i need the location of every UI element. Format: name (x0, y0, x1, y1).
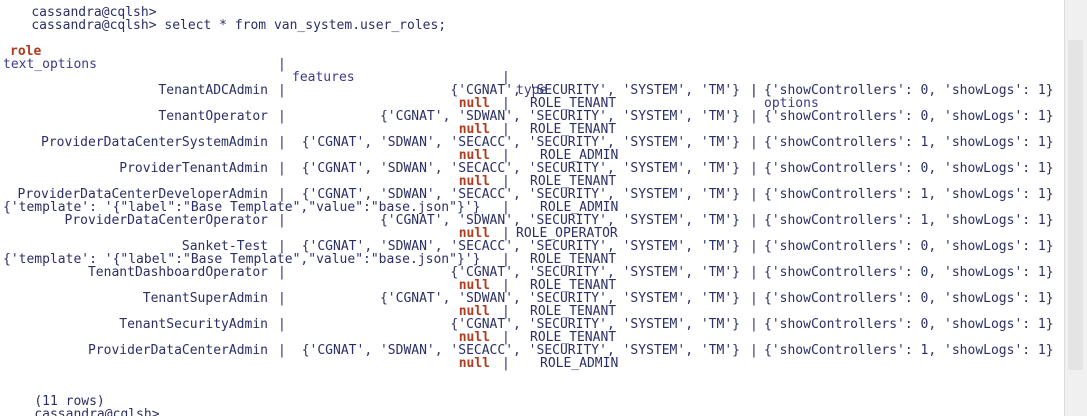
table-row: ProviderDataCenterSystemAdmin | {'CGNAT', … (0, 136, 1060, 149)
cell-type: ROLE_ADMIN (540, 356, 619, 371)
column-divider: | (750, 343, 758, 358)
cell-options: {'showControllers': 1, 'showLogs': 1} (764, 135, 1054, 150)
header-line-2: text_options | type (0, 45, 1060, 97)
cell-features: {'CGNAT', 'SDWAN', 'SECACC', 'SECURITY',… (301, 135, 740, 150)
cell-role: ProviderDataCenterAdmin (87, 343, 268, 358)
cell-options: {'showControllers': 0, 'showLogs': 1} (764, 265, 1054, 280)
cell-text-options: null (458, 356, 490, 371)
column-divider: | (750, 213, 758, 228)
cell-options: {'showControllers': 0, 'showLogs': 1} (764, 239, 1054, 254)
final-prompt: cassandra@cqlsh> (34, 407, 160, 416)
cell-role: TenantSuperAdmin (142, 291, 268, 306)
column-divider: | (750, 135, 758, 150)
cell-options: {'showControllers': 0, 'showLogs': 1} (764, 161, 1054, 176)
column-divider: | (750, 291, 758, 306)
cell-role: ProviderTenantAdmin (119, 161, 268, 176)
cell-role: ProviderDataCenterSystemAdmin (41, 135, 268, 150)
command-line: cassandra@cqlsh> select * from van_syste… (0, 6, 446, 32)
table-row-continuation: null | ROLE_ADMIN (0, 357, 1060, 370)
cell-role: TenantADCAdmin (158, 83, 268, 98)
cell-role: TenantOperator (158, 109, 268, 124)
column-divider: | (750, 187, 758, 202)
final-prompt-line: cassandra@cqlsh> (3, 395, 159, 416)
column-divider: | (278, 317, 286, 332)
column-divider: | (278, 213, 286, 228)
header-line-1: role | features | options | (0, 32, 1060, 110)
cell-options: {'showControllers': 1, 'showLogs': 1} (764, 343, 1054, 358)
cell-features: {'CGNAT', 'SDWAN', 'SECACC', 'SECURITY',… (301, 161, 740, 176)
column-divider: | (278, 343, 286, 358)
cell-role: ProviderDataCenterOperator (64, 213, 269, 228)
separator-line-1: ----------------------------------------… (3, 59, 1060, 72)
column-divider: | (750, 239, 758, 254)
column-divider: | (750, 317, 758, 332)
scrollbar-thumb[interactable] (1068, 40, 1083, 370)
column-divider: | (750, 109, 758, 124)
cell-options: {'showControllers': 0, 'showLogs': 1} (764, 291, 1054, 306)
column-divider: | (278, 291, 286, 306)
command-text: select * from van_system.user_roles; (156, 18, 447, 33)
column-divider: | (502, 356, 510, 371)
column-divider: | (750, 265, 758, 280)
cell-features: {'CGNAT', 'SDWAN', 'SECACC', 'SECURITY',… (301, 343, 740, 358)
cell-options: {'showControllers': 0, 'showLogs': 1} (764, 317, 1054, 332)
cell-options: {'showControllers': 0, 'showLogs': 1} (764, 109, 1054, 124)
cell-options: {'showControllers': 1, 'showLogs': 1} (764, 187, 1054, 202)
vertical-scrollbar[interactable] (1064, 0, 1087, 416)
column-divider: | (750, 161, 758, 176)
terminal-output[interactable]: cassandra@cqlsh> cassandra@cqlsh> select… (0, 0, 1060, 416)
column-divider: | (278, 265, 286, 280)
table-row: ProviderDataCenterAdmin | {'CGNAT', 'SDWAN… (0, 344, 1060, 357)
row-count: (11 rows) (3, 382, 104, 408)
cell-role: TenantSecurityAdmin (119, 317, 268, 332)
cell-options: {'showControllers': 0, 'showLogs': 1} (764, 83, 1054, 98)
column-divider: | (750, 83, 758, 98)
column-divider: | (278, 135, 286, 150)
column-divider: | (278, 161, 286, 176)
prompt: cassandra@cqlsh> (31, 18, 157, 33)
cell-options: {'showControllers': 1, 'showLogs': 1} (764, 213, 1054, 228)
column-divider: | (278, 83, 286, 98)
cell-role: TenantDashboardOperator (87, 265, 268, 280)
column-divider: | (278, 109, 286, 124)
